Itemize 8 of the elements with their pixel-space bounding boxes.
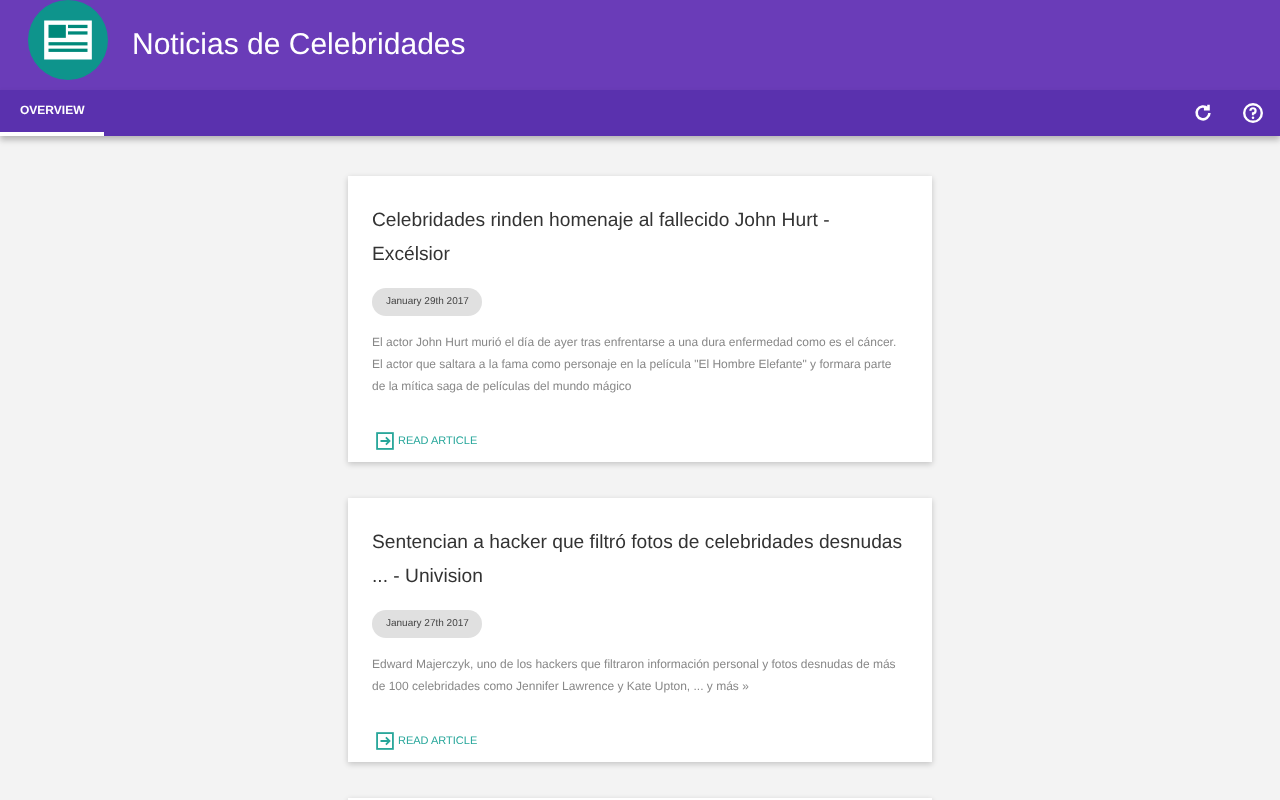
article-title: Celebridades rinden homenaje al fallecido John Hurt - Excélsior xyxy=(372,208,832,270)
article-icon xyxy=(376,732,394,750)
newspaper-icon xyxy=(28,0,108,79)
help-icon[interactable] xyxy=(1242,102,1264,124)
article-icon xyxy=(376,432,394,450)
article-title: Sentencian a hacker que filtró fotos de celebridades desnudas ... - Univision xyxy=(372,530,905,592)
app-title: Noticias de Celebridades xyxy=(132,28,466,62)
refresh-icon[interactable] xyxy=(1192,102,1214,124)
